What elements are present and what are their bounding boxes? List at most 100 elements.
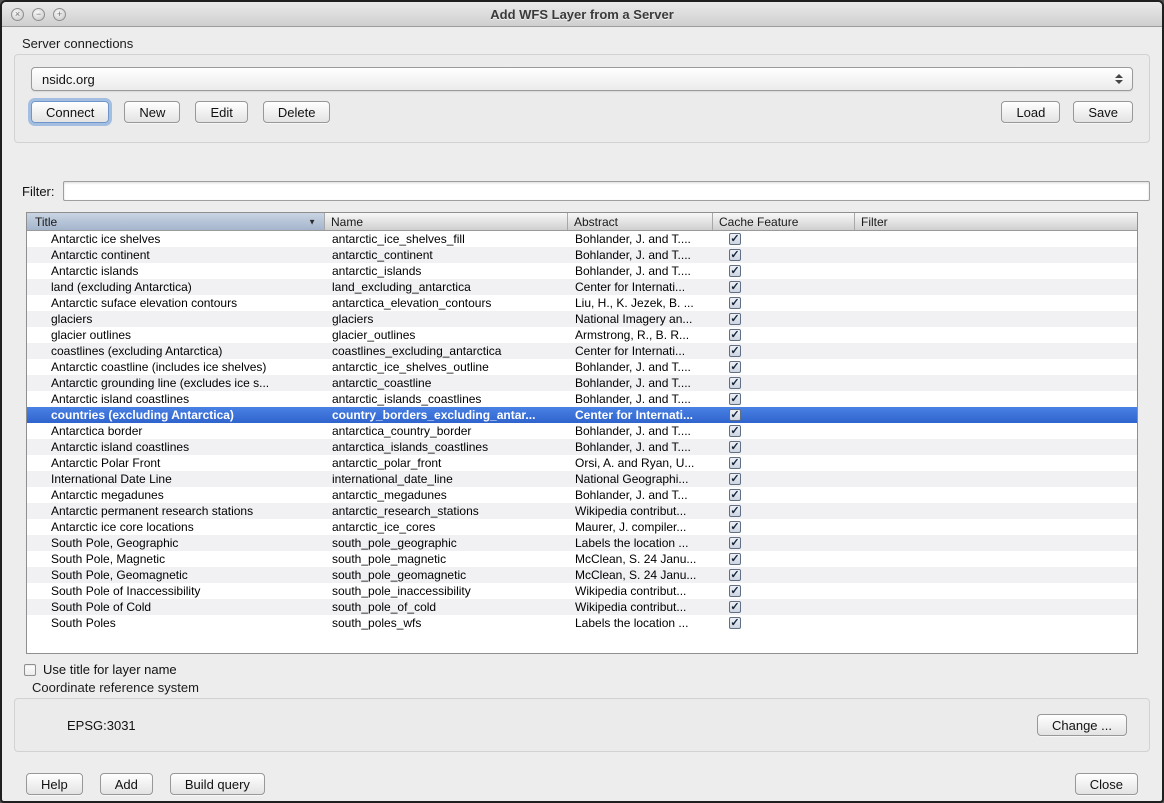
cell-abstract: Wikipedia contribut... <box>568 599 713 615</box>
filter-input[interactable] <box>63 181 1151 201</box>
minimize-window-button[interactable]: − <box>32 8 45 21</box>
table-row[interactable]: Antarctic coastline (includes ice shelve… <box>27 359 1137 375</box>
table-row[interactable]: glacier outlines glacier_outlines Armstr… <box>27 327 1137 343</box>
save-button[interactable]: Save <box>1073 101 1133 123</box>
cache-feature-checkbox[interactable]: ✓ <box>729 329 741 341</box>
cache-feature-checkbox[interactable]: ✓ <box>729 233 741 245</box>
cell-cache: ✓ <box>713 279 855 295</box>
table-row[interactable]: South Poles south_poles_wfs Labels the l… <box>27 615 1137 631</box>
cache-feature-checkbox[interactable]: ✓ <box>729 281 741 293</box>
table-row[interactable]: Antarctica border antarctica_country_bor… <box>27 423 1137 439</box>
cache-feature-checkbox[interactable]: ✓ <box>729 521 741 533</box>
cache-feature-checkbox[interactable]: ✓ <box>729 441 741 453</box>
load-button[interactable]: Load <box>1001 101 1060 123</box>
cell-name: antarctic_islands <box>325 263 568 279</box>
cache-feature-checkbox[interactable]: ✓ <box>729 569 741 581</box>
table-row[interactable]: Antarctic continent antarctic_continent … <box>27 247 1137 263</box>
cache-feature-checkbox[interactable]: ✓ <box>729 265 741 277</box>
cache-feature-checkbox[interactable]: ✓ <box>729 489 741 501</box>
table-row[interactable]: South Pole, Geographic south_pole_geogra… <box>27 535 1137 551</box>
table-row[interactable]: International Date Line international_da… <box>27 471 1137 487</box>
cell-name: antarctic_research_stations <box>325 503 568 519</box>
cache-feature-checkbox[interactable]: ✓ <box>729 457 741 469</box>
table-row[interactable]: Antarctic megadunes antarctic_megadunes … <box>27 487 1137 503</box>
column-header-filter[interactable]: Filter <box>855 213 1137 230</box>
cache-feature-checkbox[interactable]: ✓ <box>729 505 741 517</box>
connect-button[interactable]: Connect <box>31 101 109 123</box>
cache-feature-checkbox[interactable]: ✓ <box>729 553 741 565</box>
cache-feature-checkbox[interactable]: ✓ <box>729 601 741 613</box>
cache-feature-checkbox[interactable]: ✓ <box>729 393 741 405</box>
build-query-button[interactable]: Build query <box>170 773 265 795</box>
table-row[interactable]: Antarctic islands antarctic_islands Bohl… <box>27 263 1137 279</box>
table-row[interactable]: South Pole of Inaccessibility south_pole… <box>27 583 1137 599</box>
edit-button[interactable]: Edit <box>195 101 247 123</box>
delete-button[interactable]: Delete <box>263 101 331 123</box>
cache-feature-checkbox[interactable]: ✓ <box>729 313 741 325</box>
table-header: Title ▼ Name Abstract Cache Feature Filt… <box>27 213 1137 231</box>
cache-feature-checkbox[interactable]: ✓ <box>729 361 741 373</box>
table-row[interactable]: Antarctic grounding line (excludes ice s… <box>27 375 1137 391</box>
cell-abstract: Bohlander, J. and T.... <box>568 263 713 279</box>
column-header-name[interactable]: Name <box>325 213 568 230</box>
table-row[interactable]: South Pole of Cold south_pole_of_cold Wi… <box>27 599 1137 615</box>
cache-feature-checkbox[interactable]: ✓ <box>729 537 741 549</box>
help-button[interactable]: Help <box>26 773 83 795</box>
cell-title: Antarctic continent <box>27 247 325 263</box>
column-header-cache-feature[interactable]: Cache Feature <box>713 213 855 230</box>
cell-name: south_pole_geographic <box>325 535 568 551</box>
cache-feature-checkbox[interactable]: ✓ <box>729 345 741 357</box>
change-crs-button[interactable]: Change ... <box>1037 714 1127 736</box>
minimize-icon: − <box>36 10 41 19</box>
table-row[interactable]: Antarctic island coastlines antarctic_is… <box>27 391 1137 407</box>
cell-cache: ✓ <box>713 423 855 439</box>
cell-title: Antarctic island coastlines <box>27 439 325 455</box>
server-connections-label: Server connections <box>22 36 1150 51</box>
cell-cache: ✓ <box>713 535 855 551</box>
cell-name: antarctic_ice_cores <box>325 519 568 535</box>
title-bar[interactable]: × − + Add WFS Layer from a Server <box>2 2 1162 27</box>
cell-name: country_borders_excluding_antar... <box>325 407 568 423</box>
cell-name: antarctica_elevation_contours <box>325 295 568 311</box>
table-row[interactable]: Antarctic suface elevation contours anta… <box>27 295 1137 311</box>
cache-feature-checkbox[interactable]: ✓ <box>729 617 741 629</box>
cell-cache: ✓ <box>713 327 855 343</box>
new-button[interactable]: New <box>124 101 180 123</box>
cell-name: antarctic_ice_shelves_fill <box>325 231 568 247</box>
cell-abstract: Wikipedia contribut... <box>568 583 713 599</box>
use-title-checkbox[interactable] <box>24 664 36 676</box>
close-button[interactable]: Close <box>1075 773 1138 795</box>
table-row[interactable]: coastlines (excluding Antarctica) coastl… <box>27 343 1137 359</box>
cell-filter <box>855 295 1137 311</box>
cache-feature-checkbox[interactable]: ✓ <box>729 473 741 485</box>
zoom-window-button[interactable]: + <box>53 8 66 21</box>
column-header-title[interactable]: Title ▼ <box>27 213 325 230</box>
cell-filter <box>855 247 1137 263</box>
column-header-cache-feature-label: Cache Feature <box>719 215 798 229</box>
table-row[interactable]: Antarctic permanent research stations an… <box>27 503 1137 519</box>
table-row[interactable]: South Pole, Magnetic south_pole_magnetic… <box>27 551 1137 567</box>
column-header-abstract[interactable]: Abstract <box>568 213 713 230</box>
table-row[interactable]: Antarctic ice core locations antarctic_i… <box>27 519 1137 535</box>
cache-feature-checkbox[interactable]: ✓ <box>729 585 741 597</box>
cache-feature-checkbox[interactable]: ✓ <box>729 377 741 389</box>
server-select[interactable]: nsidc.org <box>31 67 1133 91</box>
table-row[interactable]: Antarctic ice shelves antarctic_ice_shel… <box>27 231 1137 247</box>
close-window-button[interactable]: × <box>11 8 24 21</box>
cache-feature-checkbox[interactable]: ✓ <box>729 297 741 309</box>
cell-cache: ✓ <box>713 247 855 263</box>
table-row[interactable]: land (excluding Antarctica) land_excludi… <box>27 279 1137 295</box>
cell-name: south_pole_inaccessibility <box>325 583 568 599</box>
table-row[interactable]: Antarctic island coastlines antarctica_i… <box>27 439 1137 455</box>
cache-feature-checkbox[interactable]: ✓ <box>729 409 741 421</box>
cache-feature-checkbox[interactable]: ✓ <box>729 425 741 437</box>
cell-abstract: Center for Internati... <box>568 407 713 423</box>
table-row[interactable]: countries (excluding Antarctica) country… <box>27 407 1137 423</box>
table-row[interactable]: Antarctic Polar Front antarctic_polar_fr… <box>27 455 1137 471</box>
close-icon: × <box>15 10 20 19</box>
cell-filter <box>855 375 1137 391</box>
table-row[interactable]: South Pole, Geomagnetic south_pole_geoma… <box>27 567 1137 583</box>
table-row[interactable]: glaciers glaciers National Imagery an...… <box>27 311 1137 327</box>
cache-feature-checkbox[interactable]: ✓ <box>729 249 741 261</box>
add-button[interactable]: Add <box>100 773 153 795</box>
